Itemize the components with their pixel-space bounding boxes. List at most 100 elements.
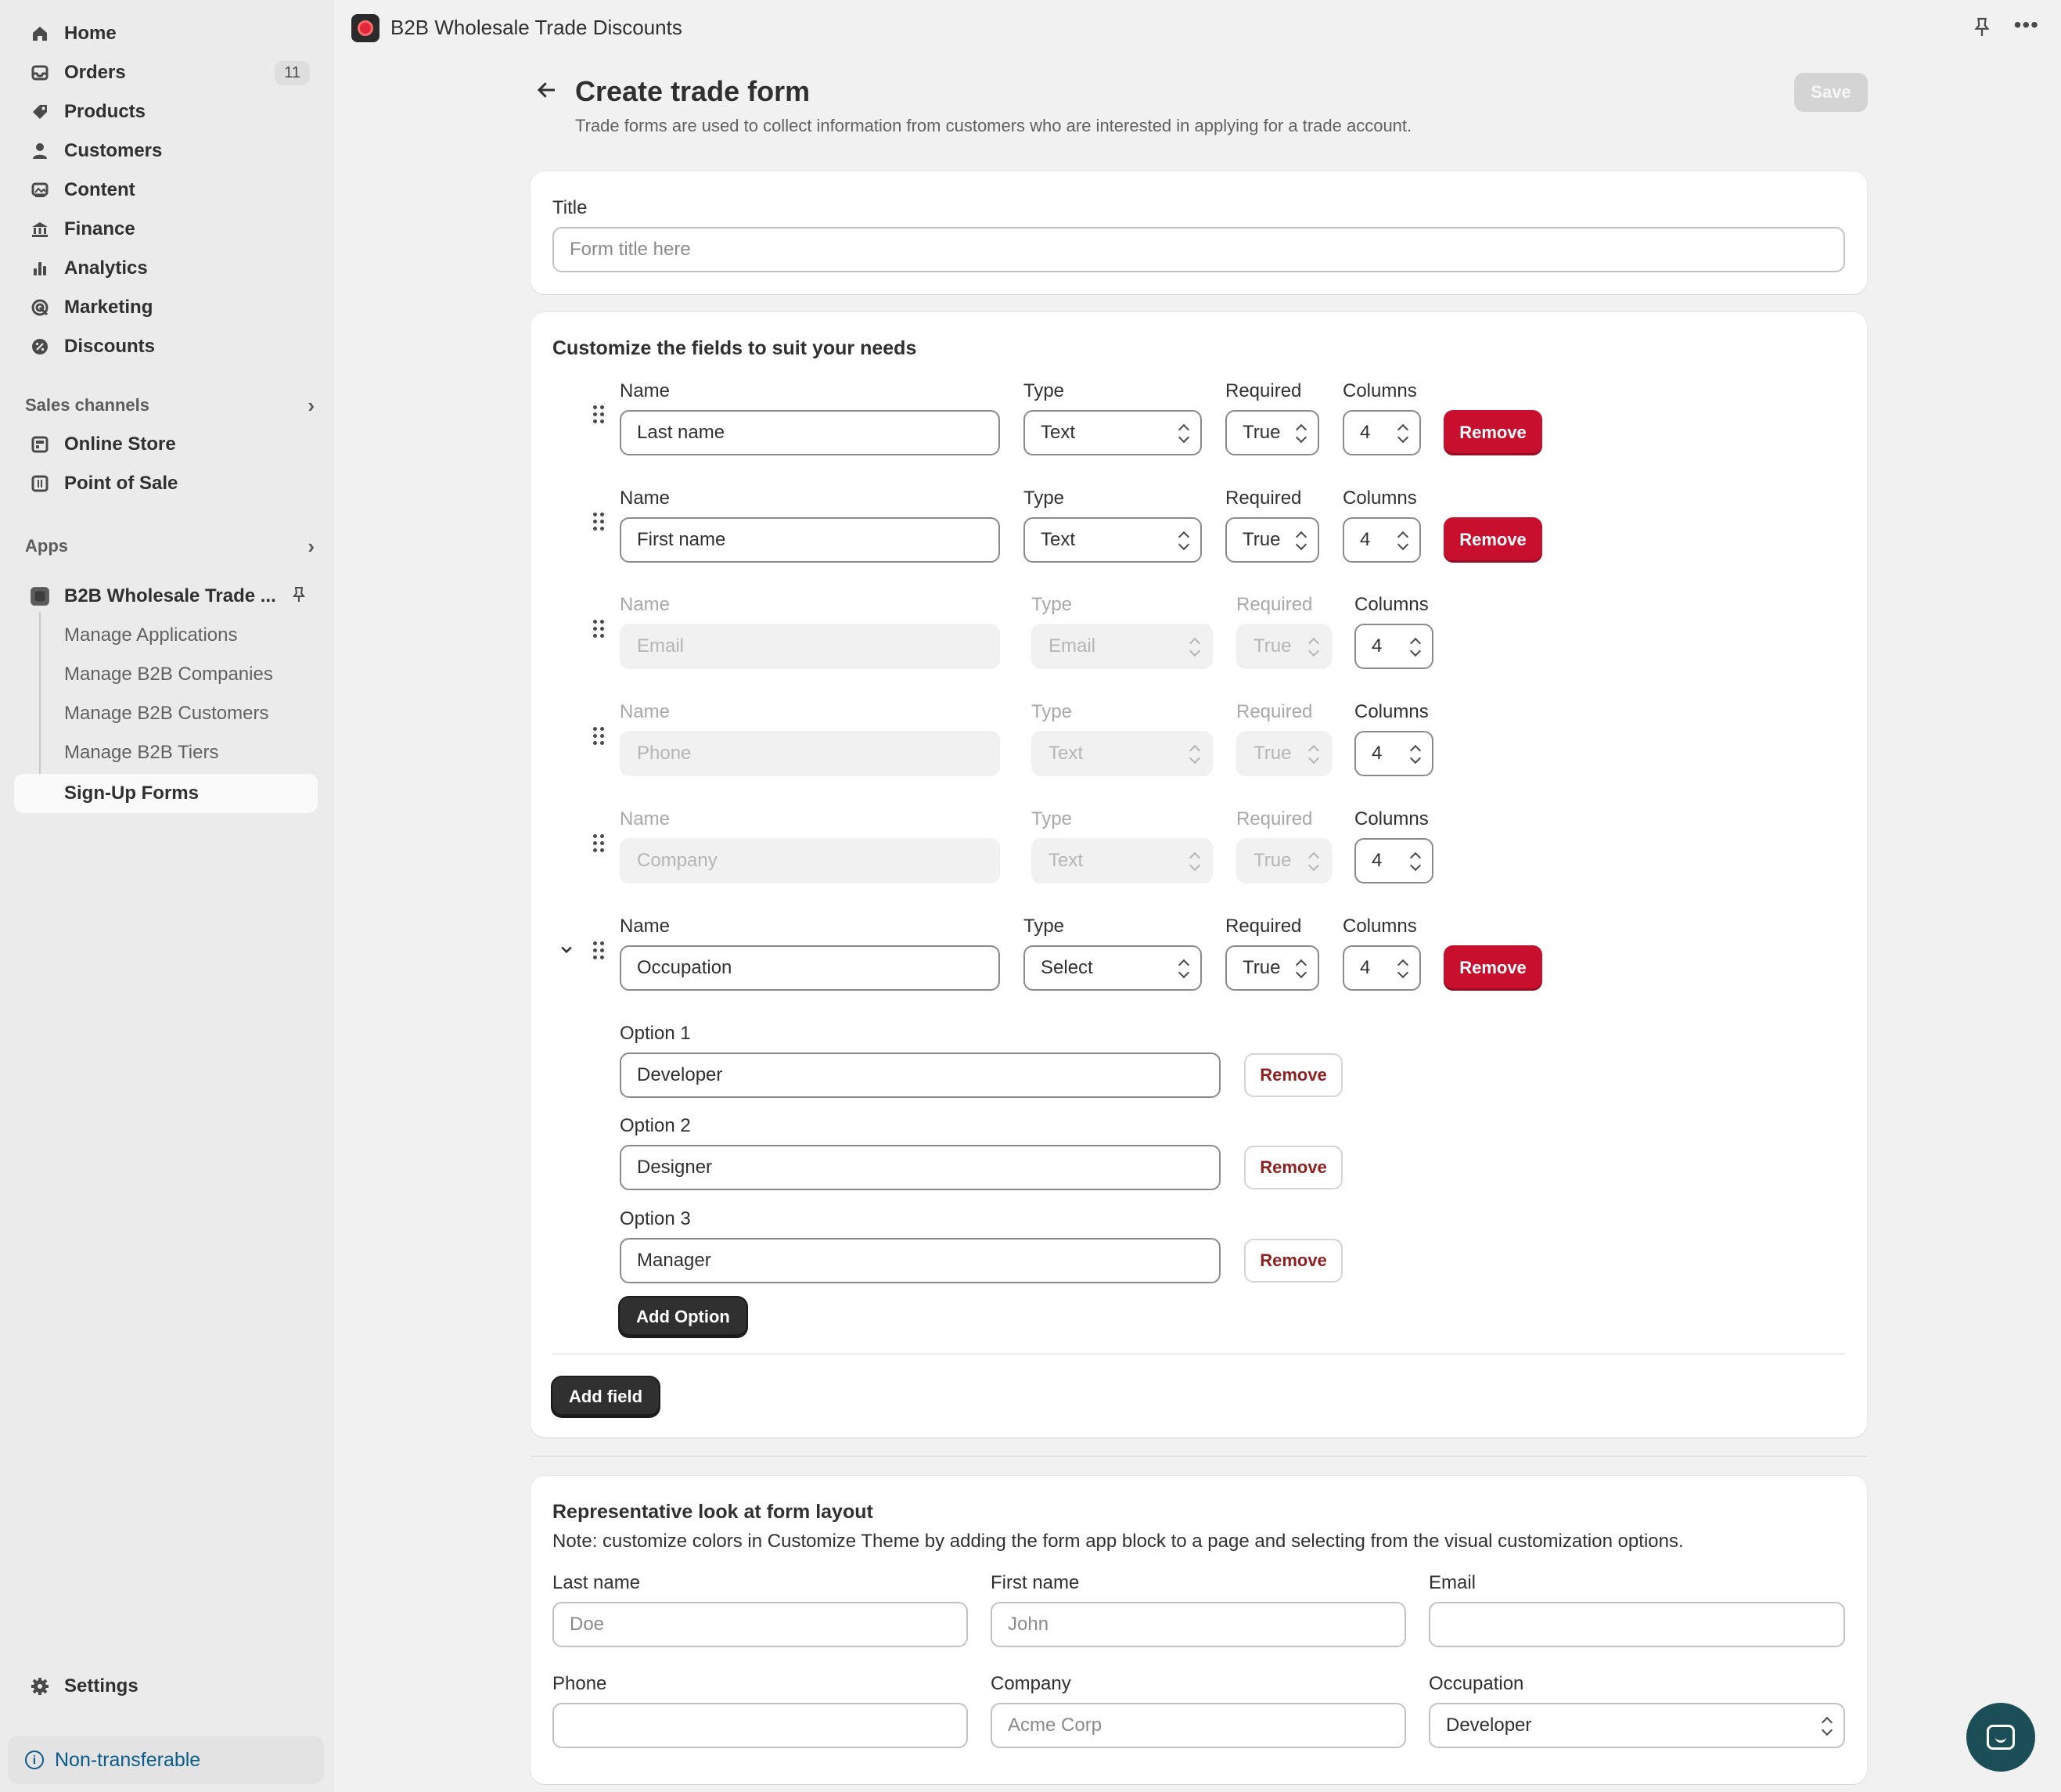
remove-option-button[interactable]: Remove <box>1244 1146 1343 1189</box>
more-icon[interactable]: ••• <box>2014 13 2039 38</box>
stepper-arrows-icon <box>1410 743 1421 765</box>
required-label: Required <box>1225 380 1302 401</box>
drag-handle-icon[interactable] <box>593 405 607 427</box>
field-columns-stepper[interactable]: 4 <box>1354 838 1433 883</box>
preview-label: First name <box>991 1572 1080 1593</box>
remove-option-button[interactable]: Remove <box>1244 1239 1343 1283</box>
field-columns-stepper[interactable]: 4 <box>1343 945 1421 991</box>
preview-phone-input[interactable] <box>552 1703 968 1748</box>
app-topbar: B2B Wholesale Trade Discounts ••• <box>334 0 2061 56</box>
drag-handle-icon[interactable] <box>593 513 607 534</box>
stepper-arrows-icon <box>1410 851 1421 873</box>
nav-orders-label: Orders <box>64 62 126 83</box>
columns-label: Columns <box>1354 701 1429 722</box>
nav-manage-tiers[interactable]: Manage B2B Tiers <box>14 733 318 772</box>
chat-button[interactable] <box>1966 1703 2035 1772</box>
select-arrows-icon <box>1178 530 1189 552</box>
field-type-select: Text <box>1031 731 1213 776</box>
name-label: Name <box>620 916 671 937</box>
type-label: Type <box>1023 488 1065 509</box>
columns-label: Columns <box>1343 916 1417 937</box>
option-input[interactable]: Developer <box>620 1053 1221 1098</box>
preview-occupation-select[interactable]: Developer <box>1429 1703 1845 1748</box>
field-columns-stepper[interactable]: 4 <box>1354 731 1433 776</box>
field-required-select[interactable]: True <box>1225 410 1319 455</box>
remove-field-button[interactable]: Remove <box>1444 517 1542 563</box>
field-required-select[interactable]: True <box>1225 945 1319 991</box>
option-input[interactable]: Designer <box>620 1145 1221 1190</box>
drag-handle-icon[interactable] <box>593 834 607 856</box>
drag-handle-icon[interactable] <box>593 620 607 642</box>
non-transferable-label: Non-transferable <box>55 1748 201 1771</box>
nav-discounts[interactable]: Discounts <box>14 327 318 366</box>
type-label: Type <box>1023 380 1065 401</box>
nav-online-store[interactable]: Online Store <box>14 425 318 464</box>
field-type-select: Text <box>1031 838 1213 883</box>
preview-last-name-input[interactable]: Doe <box>552 1602 968 1647</box>
nav-marketing[interactable]: Marketing <box>14 288 318 327</box>
option-input[interactable]: Manager <box>620 1238 1221 1283</box>
field-name-input: Company <box>620 838 1000 883</box>
remove-field-button[interactable]: Remove <box>1444 410 1542 455</box>
option-label: Option 2 <box>620 1115 691 1136</box>
field-required-select[interactable]: True <box>1225 517 1319 563</box>
columns-label: Columns <box>1354 808 1429 829</box>
pos-icon <box>28 472 52 495</box>
nav-orders[interactable]: Orders 11 <box>14 53 318 92</box>
nav-finance[interactable]: Finance <box>14 210 318 249</box>
nav-settings-label: Settings <box>64 1675 138 1697</box>
non-transferable-banner[interactable]: i Non-transferable <box>8 1736 324 1784</box>
nav-settings[interactable]: Settings <box>14 1667 318 1706</box>
nav-home[interactable]: Home <box>14 14 318 53</box>
field-columns-stepper[interactable]: 4 <box>1343 410 1421 455</box>
select-arrows-icon <box>1296 530 1307 552</box>
select-arrows-icon <box>1308 851 1319 873</box>
chevron-down-icon[interactable] <box>559 941 574 961</box>
select-arrows-icon <box>1296 423 1307 444</box>
nav-manage-companies[interactable]: Manage B2B Companies <box>14 655 318 694</box>
field-name-input[interactable]: Last name <box>620 410 1000 455</box>
field-columns-stepper[interactable]: 4 <box>1354 624 1433 669</box>
save-button[interactable]: Save <box>1794 73 1868 112</box>
nav-analytics[interactable]: Analytics <box>14 249 318 288</box>
sales-channels-header[interactable]: Sales channels › <box>25 390 315 421</box>
preview-email-input[interactable] <box>1429 1602 1845 1647</box>
nav-content[interactable]: Content <box>14 171 318 210</box>
preview-first-name-input[interactable]: John <box>991 1602 1406 1647</box>
nav-customers[interactable]: Customers <box>14 131 318 171</box>
store-icon <box>28 433 52 456</box>
field-type-select[interactable]: Select <box>1023 945 1202 991</box>
nav-discounts-label: Discounts <box>64 336 156 357</box>
form-title-input[interactable]: Form title here <box>552 227 1845 272</box>
field-type-select[interactable]: Text <box>1023 517 1202 563</box>
nav-signup-forms[interactable]: Sign-Up Forms <box>14 774 318 813</box>
field-name-input[interactable]: Occupation <box>620 945 1000 991</box>
field-name-input[interactable]: First name <box>620 517 1000 563</box>
remove-option-button[interactable]: Remove <box>1244 1053 1343 1097</box>
pin-icon[interactable] <box>1973 17 1991 43</box>
nav-finance-label: Finance <box>64 218 135 239</box>
preview-company-input[interactable]: Acme Corp <box>991 1703 1406 1748</box>
preview-label: Phone <box>552 1673 607 1694</box>
nav-app-b2b[interactable]: B2B Wholesale Trade ... <box>14 577 318 616</box>
nav-online-store-label: Online Store <box>64 434 176 455</box>
tag-icon <box>28 100 52 124</box>
required-label: Required <box>1236 701 1313 722</box>
add-option-button[interactable]: Add Option <box>620 1297 746 1337</box>
field-required-select: True <box>1236 838 1332 883</box>
remove-field-button[interactable]: Remove <box>1444 945 1542 991</box>
add-field-button[interactable]: Add field <box>552 1377 659 1416</box>
pin-icon[interactable] <box>290 585 308 608</box>
field-columns-stepper[interactable]: 4 <box>1343 517 1421 563</box>
preview-label: Occupation <box>1429 1673 1524 1694</box>
nav-point-of-sale[interactable]: Point of Sale <box>14 464 318 503</box>
field-type-select[interactable]: Text <box>1023 410 1202 455</box>
nav-products[interactable]: Products <box>14 92 318 131</box>
apps-header[interactable]: Apps › <box>25 531 315 562</box>
nav-manage-customers[interactable]: Manage B2B Customers <box>14 694 318 733</box>
back-arrow-icon[interactable] <box>535 78 559 108</box>
app-logo <box>351 14 379 42</box>
drag-handle-icon[interactable] <box>593 941 607 963</box>
nav-manage-applications[interactable]: Manage Applications <box>14 616 318 655</box>
drag-handle-icon[interactable] <box>593 727 607 749</box>
